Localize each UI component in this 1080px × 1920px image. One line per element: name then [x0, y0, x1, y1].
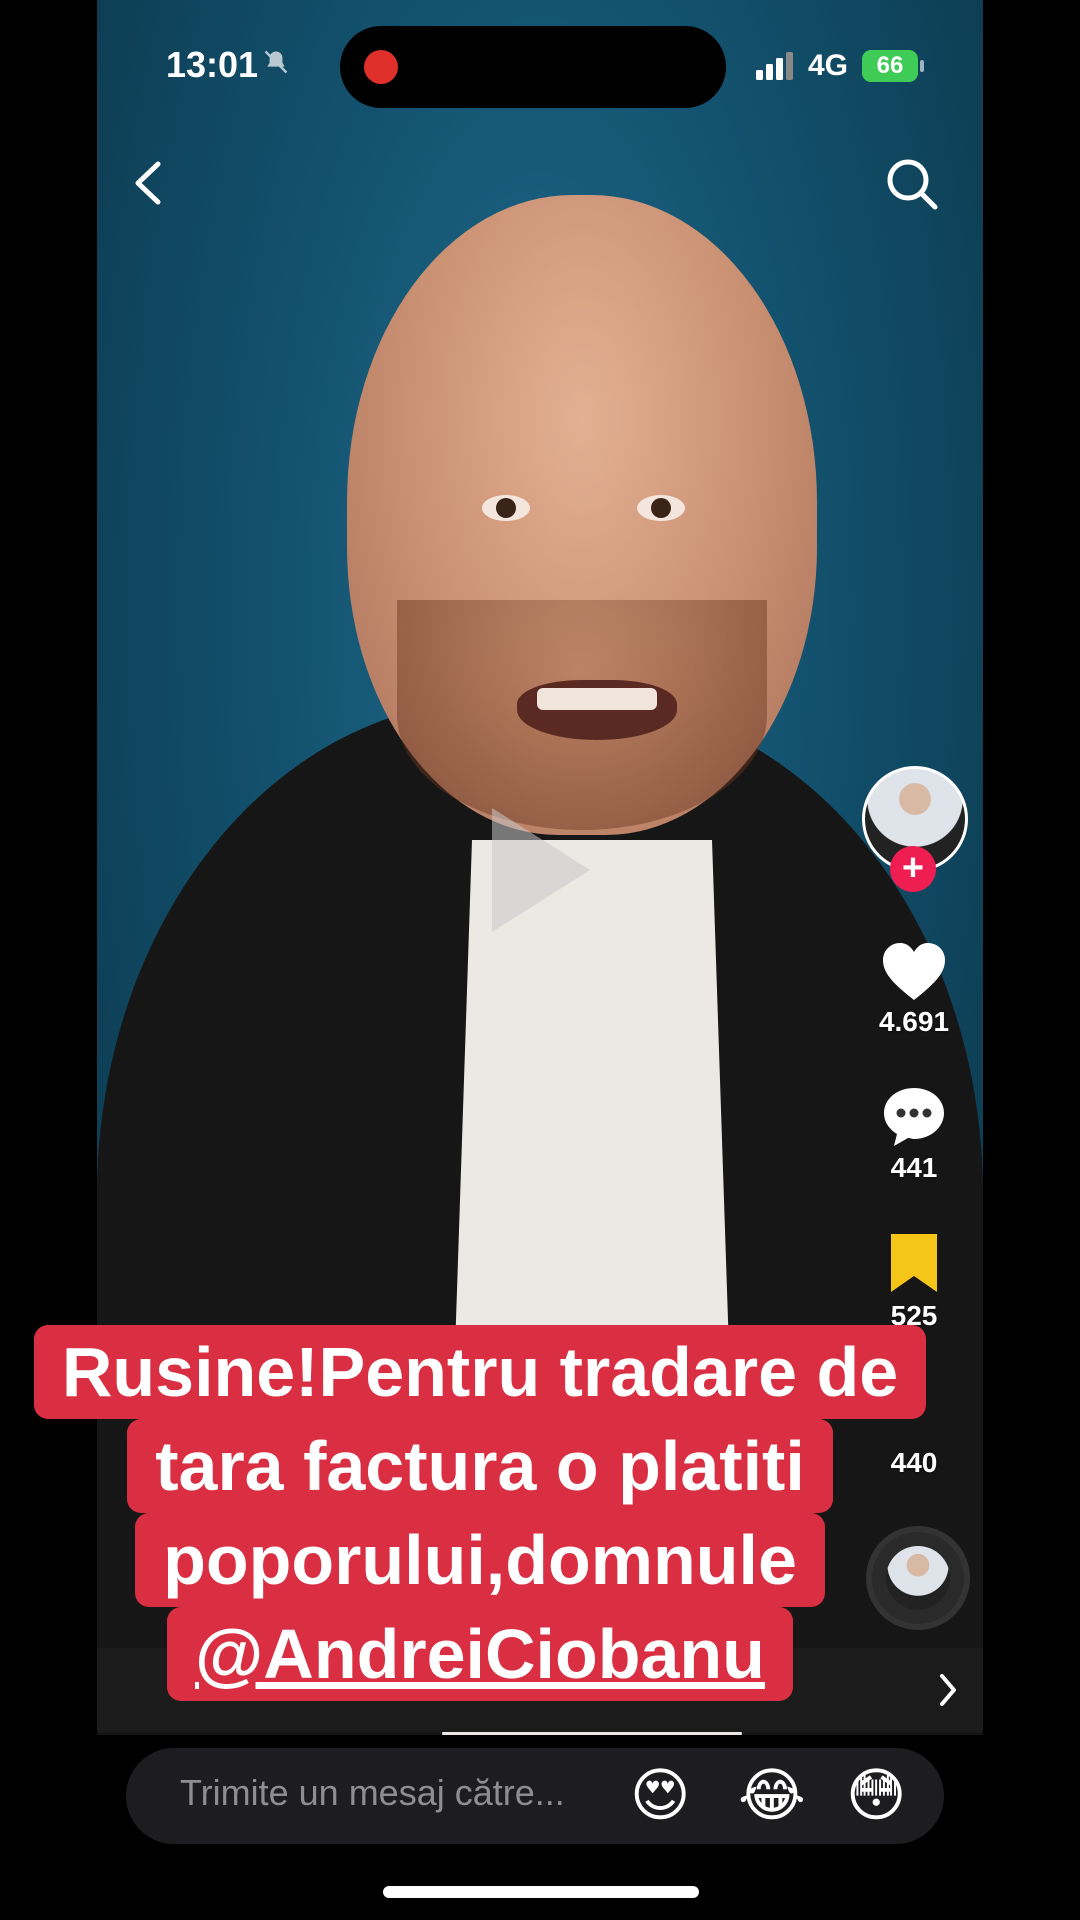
video-person-eye: [637, 495, 685, 521]
battery-level: 66: [876, 52, 904, 79]
video-caption: Rusine!Pentru tradare de tara factura o …: [0, 1325, 960, 1701]
search-icon[interactable]: [884, 156, 940, 212]
video-person-eye: [482, 495, 530, 521]
recording-indicator-icon: [364, 50, 398, 84]
caption-mention-link[interactable]: @AndreiCiobanu: [167, 1607, 793, 1701]
emoji-laughing-button[interactable]: 😂: [738, 1764, 806, 1828]
emoji-flushed-button[interactable]: 😳: [846, 1764, 906, 1828]
back-arrow-icon[interactable]: [128, 158, 168, 208]
bell-muted-icon: [264, 50, 288, 74]
network-type: 4G: [808, 49, 849, 82]
battery-indicator: 66: [862, 50, 918, 82]
status-time: 13:01: [166, 44, 259, 85]
emoji-heart-eyes-button[interactable]: 😍: [630, 1764, 690, 1828]
cellular-signal-icon: [756, 52, 793, 80]
follow-button[interactable]: +: [890, 846, 936, 892]
video-person-mouth: [517, 680, 677, 740]
battery-cap: [920, 60, 924, 72]
caption-line: poporului,domnule: [135, 1513, 825, 1607]
home-indicator[interactable]: [383, 1886, 699, 1898]
caption-line: Rusine!Pentru tradare de: [33, 1325, 927, 1419]
comment-count: 441: [890, 1152, 938, 1183]
like-count: 4.691: [878, 1006, 950, 1037]
play-icon[interactable]: [492, 808, 590, 932]
comment-icon[interactable]: [881, 1084, 947, 1150]
message-input[interactable]: Trimite un mesaj către...: [180, 1772, 565, 1814]
caption-line: tara factura o platiti: [127, 1419, 833, 1513]
bookmark-icon[interactable]: [881, 1230, 947, 1296]
heart-icon[interactable]: [881, 940, 947, 1006]
